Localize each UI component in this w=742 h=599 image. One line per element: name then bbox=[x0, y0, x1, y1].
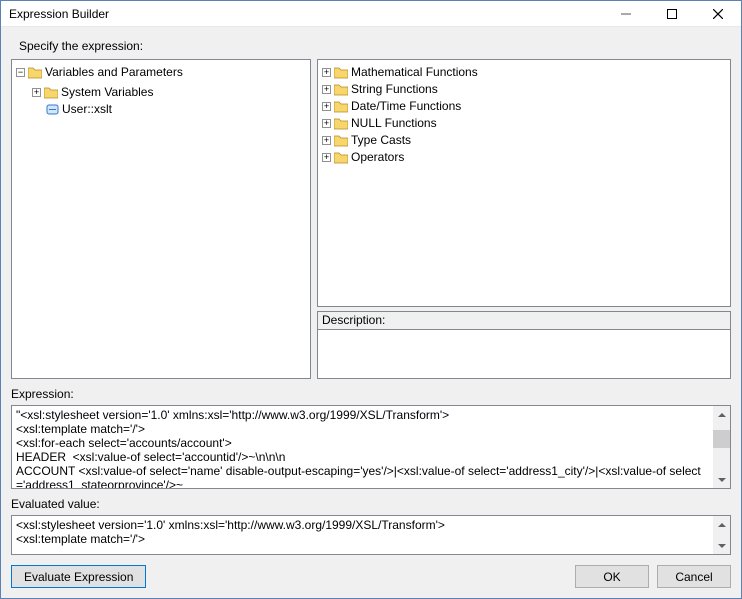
window-controls bbox=[603, 1, 741, 26]
expression-textarea[interactable]: "<xsl:stylesheet version='1.0' xmlns:xsl… bbox=[11, 405, 731, 489]
variable-icon bbox=[46, 103, 59, 116]
expand-icon[interactable]: + bbox=[322, 102, 331, 111]
specify-label: Specify the expression: bbox=[19, 39, 731, 53]
ok-button[interactable]: OK bbox=[575, 565, 649, 588]
tree-node-string-functions[interactable]: + String Functions bbox=[322, 81, 728, 98]
tree-label: System Variables bbox=[61, 84, 153, 101]
cancel-button[interactable]: Cancel bbox=[657, 565, 731, 588]
window-title: Expression Builder bbox=[9, 7, 109, 21]
folder-icon bbox=[334, 84, 348, 96]
tree-label: Date/Time Functions bbox=[351, 98, 461, 115]
tree-label: Variables and Parameters bbox=[45, 64, 183, 81]
description-panel: Description: bbox=[317, 311, 731, 379]
expression-builder-window: Expression Builder Specify the expressio… bbox=[0, 0, 742, 599]
right-column: + Mathematical Functions + String Functi… bbox=[317, 59, 731, 379]
folder-icon bbox=[334, 135, 348, 147]
tree-indent bbox=[32, 104, 43, 115]
folder-icon bbox=[334, 118, 348, 130]
expression-scrollbar[interactable] bbox=[713, 406, 730, 488]
tree-node-user-xslt[interactable]: User::xslt bbox=[32, 101, 308, 118]
description-body bbox=[317, 329, 731, 379]
tree-node-operators[interactable]: + Operators bbox=[322, 149, 728, 166]
functions-tree[interactable]: + Mathematical Functions + String Functi… bbox=[317, 59, 731, 307]
scroll-thumb[interactable] bbox=[713, 430, 730, 448]
tree-node-math-functions[interactable]: + Mathematical Functions bbox=[322, 64, 728, 81]
expand-icon[interactable]: + bbox=[322, 68, 331, 77]
evaluate-expression-button[interactable]: Evaluate Expression bbox=[11, 565, 146, 588]
tree-label: Mathematical Functions bbox=[351, 64, 478, 81]
scroll-down-icon[interactable] bbox=[713, 537, 730, 554]
tree-label: Operators bbox=[351, 149, 404, 166]
description-label: Description: bbox=[317, 311, 731, 329]
scroll-up-icon[interactable] bbox=[713, 516, 730, 533]
folder-icon bbox=[334, 152, 348, 164]
evaluated-text: <xsl:stylesheet version='1.0' xmlns:xsl=… bbox=[16, 518, 710, 546]
button-row: Evaluate Expression OK Cancel bbox=[11, 565, 731, 588]
folder-icon bbox=[334, 67, 348, 79]
tree-label: NULL Functions bbox=[351, 115, 437, 132]
tree-label: User::xslt bbox=[62, 101, 112, 118]
content-area: Specify the expression: − Variables and … bbox=[1, 27, 741, 598]
evaluated-textarea[interactable]: <xsl:stylesheet version='1.0' xmlns:xsl=… bbox=[11, 515, 731, 555]
scroll-down-icon[interactable] bbox=[713, 471, 730, 488]
close-button[interactable] bbox=[695, 1, 741, 26]
titlebar: Expression Builder bbox=[1, 1, 741, 27]
tree-node-variables-parameters[interactable]: − Variables and Parameters + Syste bbox=[16, 64, 308, 118]
tree-node-datetime-functions[interactable]: + Date/Time Functions bbox=[322, 98, 728, 115]
variables-tree[interactable]: − Variables and Parameters + Syste bbox=[11, 59, 311, 379]
expand-icon[interactable]: + bbox=[322, 136, 331, 145]
expand-icon[interactable]: + bbox=[322, 119, 331, 128]
folder-icon bbox=[28, 67, 42, 79]
evaluated-scrollbar[interactable] bbox=[713, 516, 730, 554]
minimize-button[interactable] bbox=[603, 1, 649, 26]
tree-label: Type Casts bbox=[351, 132, 411, 149]
top-row: − Variables and Parameters + Syste bbox=[11, 59, 731, 379]
scroll-up-icon[interactable] bbox=[713, 406, 730, 423]
tree-label: String Functions bbox=[351, 81, 438, 98]
tree-node-system-variables[interactable]: + System Variables bbox=[32, 84, 308, 101]
expression-label: Expression: bbox=[11, 387, 731, 401]
tree-node-type-casts[interactable]: + Type Casts bbox=[322, 132, 728, 149]
expand-icon[interactable]: + bbox=[322, 153, 331, 162]
evaluated-label: Evaluated value: bbox=[11, 497, 731, 511]
collapse-icon[interactable]: − bbox=[16, 68, 25, 77]
tree-node-null-functions[interactable]: + NULL Functions bbox=[322, 115, 728, 132]
folder-icon bbox=[44, 87, 58, 99]
expand-icon[interactable]: + bbox=[322, 85, 331, 94]
expression-text: "<xsl:stylesheet version='1.0' xmlns:xsl… bbox=[16, 408, 710, 489]
expand-icon[interactable]: + bbox=[32, 88, 41, 97]
folder-icon bbox=[334, 101, 348, 113]
maximize-button[interactable] bbox=[649, 1, 695, 26]
